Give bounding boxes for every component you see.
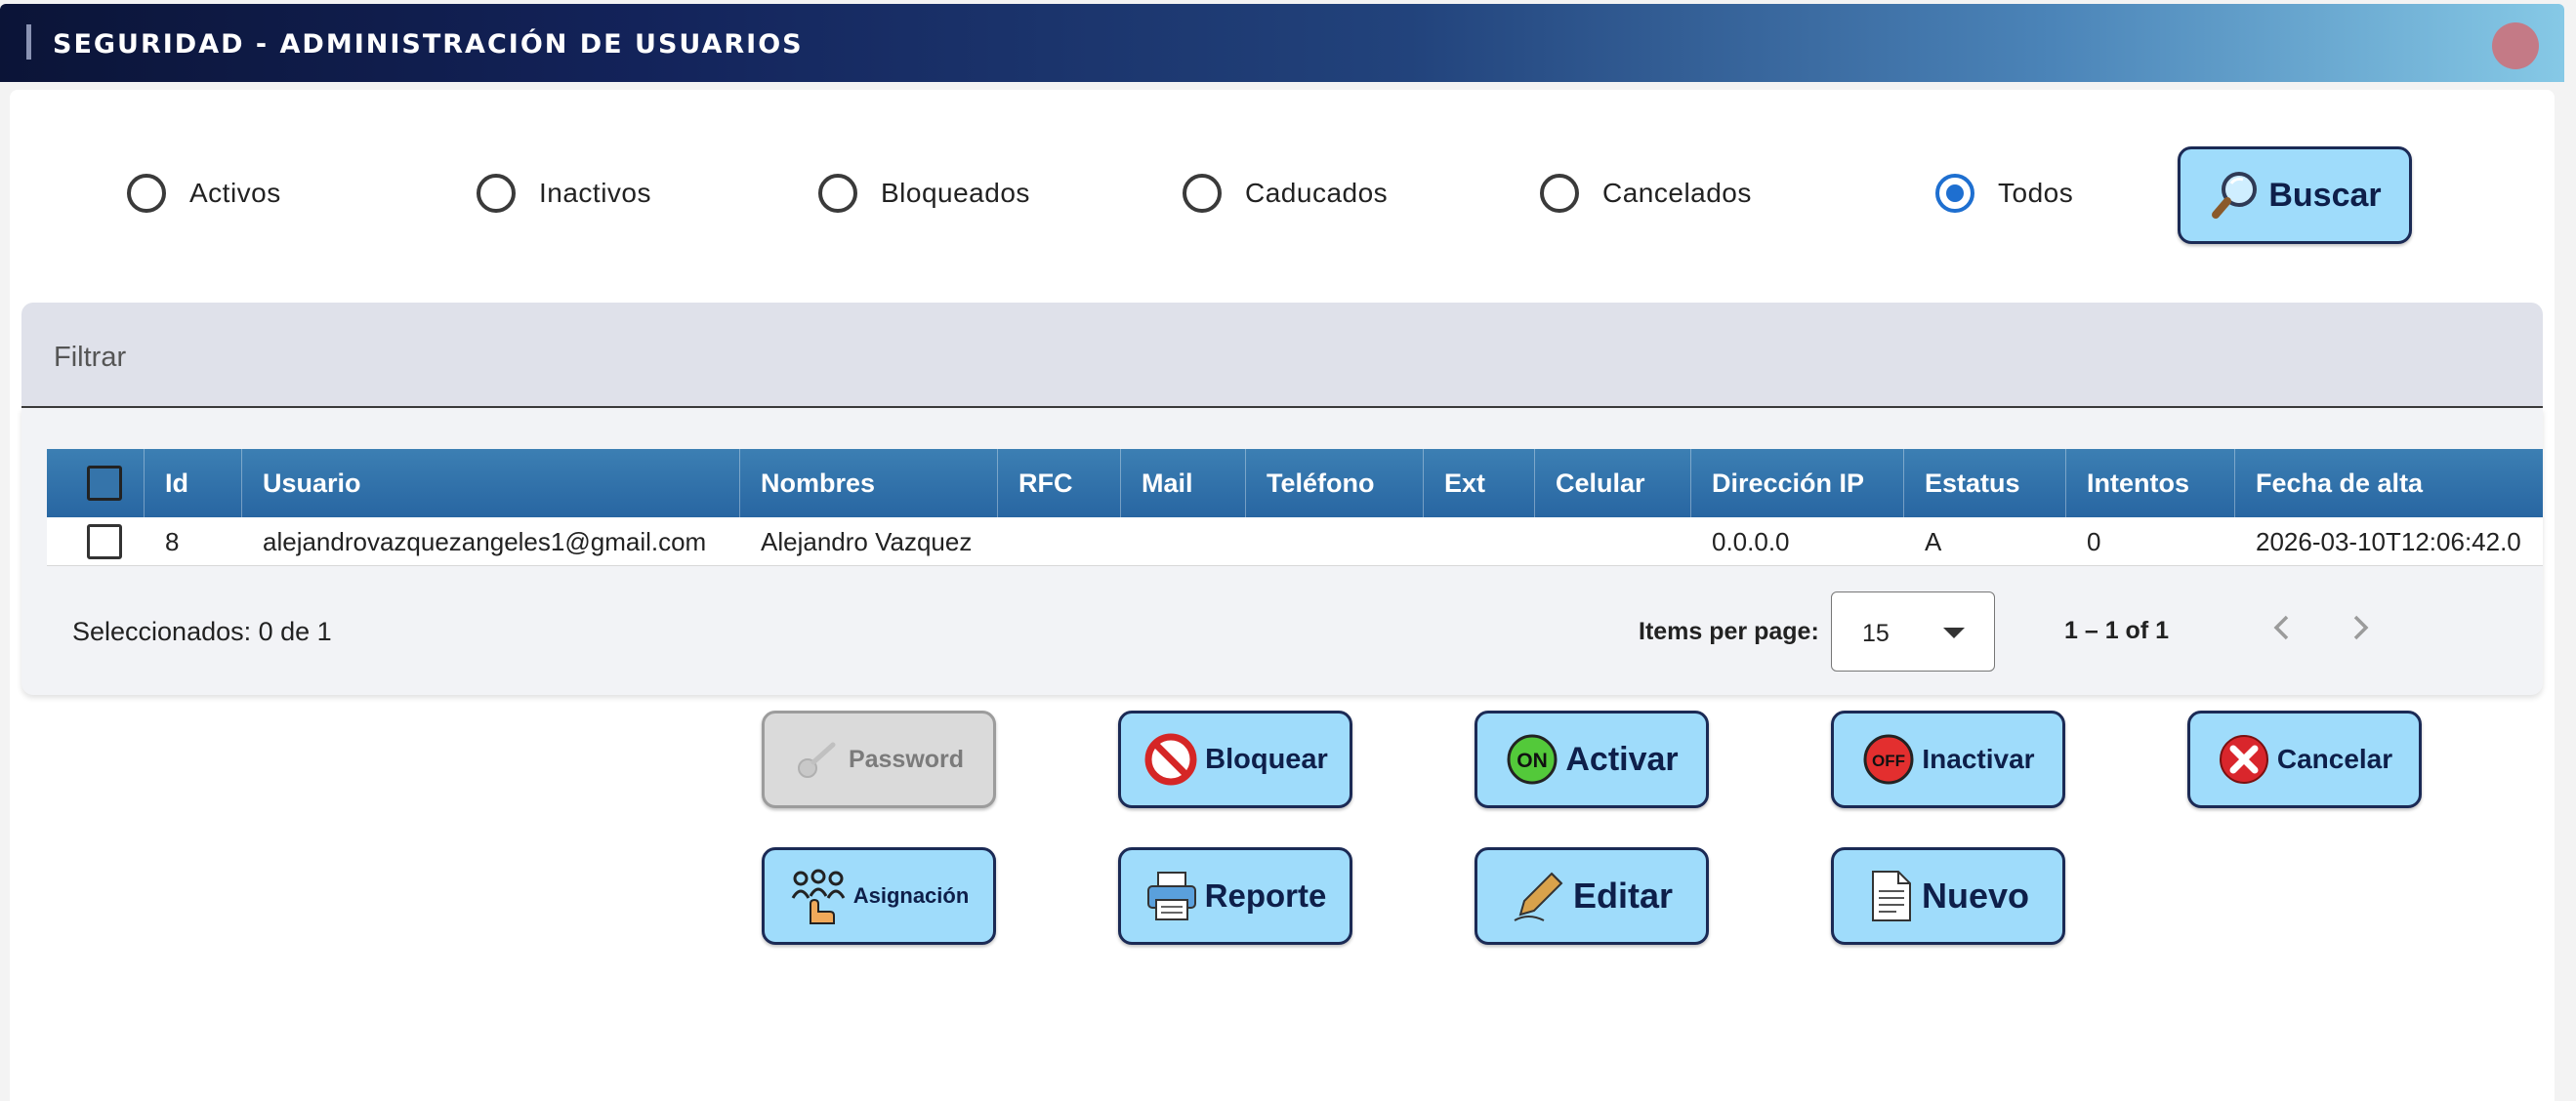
magnifier-icon <box>2212 172 2258 219</box>
filter-label: Filtrar <box>54 342 127 373</box>
cell-ip: 0.0.0.0 <box>1712 527 1790 556</box>
column-header-fecha-alta[interactable]: Fecha de alta <box>2235 449 2543 517</box>
radio-circle-selected[interactable] <box>1935 174 1974 213</box>
column-header-ext[interactable]: Ext <box>1424 449 1535 517</box>
edit-button[interactable]: Editar <box>1475 847 1709 945</box>
column-header-telefono[interactable]: Teléfono <box>1246 449 1424 517</box>
title-accent-bar <box>26 24 31 60</box>
block-button-label: Bloquear <box>1205 743 1328 775</box>
column-header-nombres[interactable]: Nombres <box>740 449 998 517</box>
select-all-checkbox[interactable] <box>87 466 122 501</box>
on-badge-text: ON <box>1517 750 1549 772</box>
cell-nombres: Alejandro Vazquez <box>761 527 973 556</box>
pencil-icon <box>1514 872 1563 921</box>
pagination-range: 1 – 1 of 1 <box>2064 617 2169 644</box>
chevron-down-icon <box>1943 628 1965 638</box>
column-header-ip[interactable]: Dirección IP <box>1691 449 1904 517</box>
radio-circle[interactable] <box>127 174 166 213</box>
password-button[interactable]: Password <box>762 711 996 808</box>
deactivate-button[interactable]: OFF Inactivar <box>1831 711 2065 808</box>
radio-circle[interactable] <box>818 174 857 213</box>
items-per-page-value: 15 <box>1862 620 1890 647</box>
cell-estatus: A <box>1925 527 1942 556</box>
new-button-label: Nuevo <box>1921 876 2030 916</box>
cell-ext <box>1424 517 1535 566</box>
radio-circle[interactable] <box>1183 174 1222 213</box>
password-button-label: Password <box>848 745 965 773</box>
selection-count: Seleccionados: 0 de 1 <box>72 617 332 646</box>
radio-label: Bloqueados <box>881 178 1030 208</box>
cell-fecha-alta: 2026-03-10T12:06:42.0 <box>2256 527 2521 556</box>
items-per-page-select[interactable]: 15 <box>1831 591 1995 672</box>
radio-todos[interactable]: Todos <box>1935 174 2073 213</box>
deactivate-button-label: Inactivar <box>1922 744 2035 774</box>
radio-caducados[interactable]: Caducados <box>1183 174 1388 213</box>
off-switch-icon: OFF <box>1863 734 1914 785</box>
block-button[interactable]: Bloquear <box>1118 711 1352 808</box>
cell-intentos: 0 <box>2087 527 2101 556</box>
radio-label: Todos <box>1998 178 2074 208</box>
previous-page-icon[interactable] <box>2258 603 2306 652</box>
column-header-intentos[interactable]: Intentos <box>2066 449 2235 517</box>
page-title: SEGURIDAD - ADMINISTRACIÓN DE USUARIOS <box>53 29 804 60</box>
printer-icon <box>1146 872 1196 920</box>
title-bar: SEGURIDAD - ADMINISTRACIÓN DE USUARIOS <box>0 4 2564 82</box>
column-header-celular[interactable]: Celular <box>1535 449 1691 517</box>
activate-button-label: Activar <box>1565 740 1679 778</box>
main-card: Activos Inactivos Bloqueados Caducados C… <box>10 90 2555 1101</box>
cell-id: 8 <box>165 527 180 556</box>
document-icon <box>1871 871 1911 921</box>
search-button[interactable]: Buscar <box>2178 146 2412 244</box>
radio-bloqueados[interactable]: Bloqueados <box>818 174 1030 213</box>
report-button-label: Reporte <box>1204 877 1327 914</box>
prohibited-icon <box>1144 733 1197 786</box>
cell-celular <box>1535 517 1691 566</box>
radio-label: Cancelados <box>1602 178 1752 208</box>
on-switch-icon: ON <box>1507 734 1558 785</box>
off-badge-text: OFF <box>1872 752 1905 770</box>
users-assign-icon <box>791 869 846 924</box>
cell-telefono <box>1246 517 1424 566</box>
radio-circle[interactable] <box>477 174 516 213</box>
radio-inactivos[interactable]: Inactivos <box>477 174 651 213</box>
new-button[interactable]: Nuevo <box>1831 847 2065 945</box>
cell-usuario: alejandrovazquezangeles1@gmail.com <box>263 527 707 556</box>
table-row[interactable]: 8 alejandrovazquezangeles1@gmail.com Ale… <box>47 517 2543 566</box>
column-header-rfc[interactable]: RFC <box>998 449 1121 517</box>
window-control-dot[interactable] <box>2492 22 2539 69</box>
table-header: Id Usuario Nombres RFC Mail Teléfono Ext… <box>47 449 2543 517</box>
column-header-estatus[interactable]: Estatus <box>1904 449 2066 517</box>
key-icon <box>797 742 836 778</box>
users-table: Id Usuario Nombres RFC Mail Teléfono Ext… <box>21 408 2543 695</box>
radio-label: Inactivos <box>539 178 651 208</box>
row-checkbox[interactable] <box>87 524 122 559</box>
column-header-mail[interactable]: Mail <box>1121 449 1246 517</box>
radio-label: Activos <box>189 178 281 208</box>
radio-activos[interactable]: Activos <box>127 174 281 213</box>
filter-input[interactable]: Filtrar <box>21 303 2543 408</box>
cancel-button[interactable]: Cancelar <box>2187 711 2422 808</box>
cancel-button-label: Cancelar <box>2276 744 2393 774</box>
cell-rfc <box>998 517 1121 566</box>
activate-button[interactable]: ON Activar <box>1475 711 1709 808</box>
next-page-icon[interactable] <box>2336 603 2385 652</box>
radio-circle[interactable] <box>1540 174 1579 213</box>
assignment-button[interactable]: Asignación <box>762 847 996 945</box>
column-header-id[interactable]: Id <box>145 449 242 517</box>
assignment-button-label: Asignación <box>852 883 970 908</box>
items-per-page-label: Items per page: <box>1639 618 1819 645</box>
column-header-usuario[interactable]: Usuario <box>242 449 740 517</box>
report-button[interactable]: Reporte <box>1118 847 1352 945</box>
search-button-label: Buscar <box>2268 176 2382 214</box>
cancel-x-icon <box>2219 735 2268 784</box>
cell-mail <box>1121 517 1246 566</box>
edit-button-label: Editar <box>1572 876 1674 916</box>
radio-cancelados[interactable]: Cancelados <box>1540 174 1752 213</box>
radio-label: Caducados <box>1245 178 1389 208</box>
